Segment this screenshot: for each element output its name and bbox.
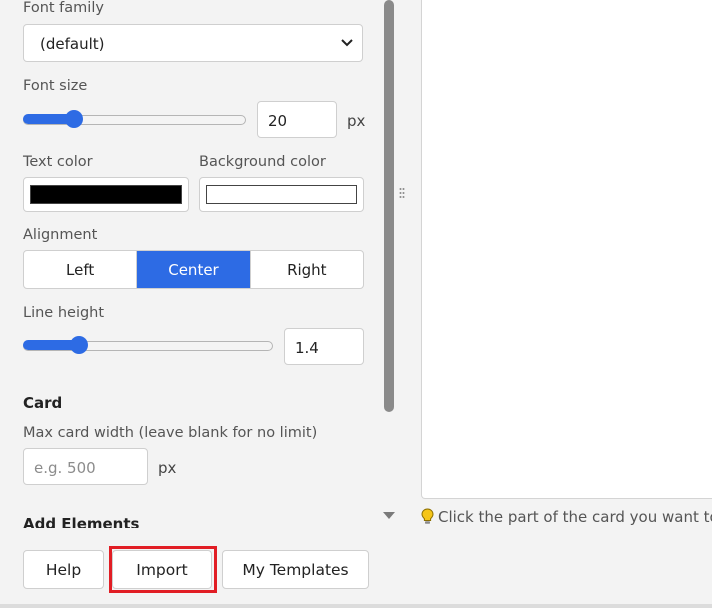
align-center-button[interactable]: Center <box>137 251 251 288</box>
card-preview-area[interactable] <box>421 0 712 499</box>
max-card-width-input[interactable]: e.g. 500 <box>23 448 148 485</box>
window-bottom-edge <box>0 604 712 608</box>
chevron-down-icon <box>341 39 353 47</box>
card-section-title: Card <box>23 394 63 412</box>
background-color-label: Background color <box>199 154 326 170</box>
font-size-slider[interactable] <box>23 110 246 128</box>
font-size-unit: px <box>347 112 366 130</box>
text-color-swatch <box>30 185 182 204</box>
max-card-width-unit: px <box>158 459 177 477</box>
help-button[interactable]: Help <box>23 550 104 589</box>
max-card-width-label: Max card width (leave blank for no limit… <box>23 425 318 441</box>
import-button[interactable]: Import <box>112 550 212 589</box>
line-height-label: Line height <box>23 305 105 321</box>
font-family-value: (default) <box>40 35 105 53</box>
background-color-picker[interactable] <box>199 177 364 212</box>
font-family-label: Font family <box>23 0 104 16</box>
my-templates-button[interactable]: My Templates <box>222 550 369 589</box>
resize-handle-icon[interactable] <box>399 187 405 201</box>
lightbulb-icon <box>421 508 434 524</box>
line-height-slider[interactable] <box>23 336 273 354</box>
font-size-slider-thumb[interactable] <box>65 110 83 128</box>
background-color-swatch <box>206 185 357 204</box>
font-size-label: Font size <box>23 78 88 94</box>
text-color-label: Text color <box>23 154 93 170</box>
add-elements-section-title: Add Elements <box>23 515 140 528</box>
align-left-button[interactable]: Left <box>24 251 138 288</box>
max-card-width-placeholder: e.g. 500 <box>34 459 96 477</box>
text-color-picker[interactable] <box>23 177 189 212</box>
font-family-select[interactable]: (default) <box>23 24 363 62</box>
add-elements-clip: Add Elements <box>0 510 380 528</box>
settings-scrollbar-thumb[interactable] <box>384 0 394 412</box>
preview-hint-text: Click the part of the card you want to c <box>438 508 712 526</box>
alignment-segmented-control[interactable]: Left Center Right <box>23 250 364 289</box>
alignment-label: Alignment <box>23 227 98 243</box>
line-height-input[interactable]: 1.4 <box>284 328 364 365</box>
preview-hint: Click the part of the card you want to c <box>421 508 712 526</box>
align-right-button[interactable]: Right <box>251 251 363 288</box>
scroll-down-arrow-icon[interactable] <box>382 510 396 520</box>
line-height-slider-thumb[interactable] <box>70 336 88 354</box>
font-size-input[interactable]: 20 <box>257 101 337 138</box>
